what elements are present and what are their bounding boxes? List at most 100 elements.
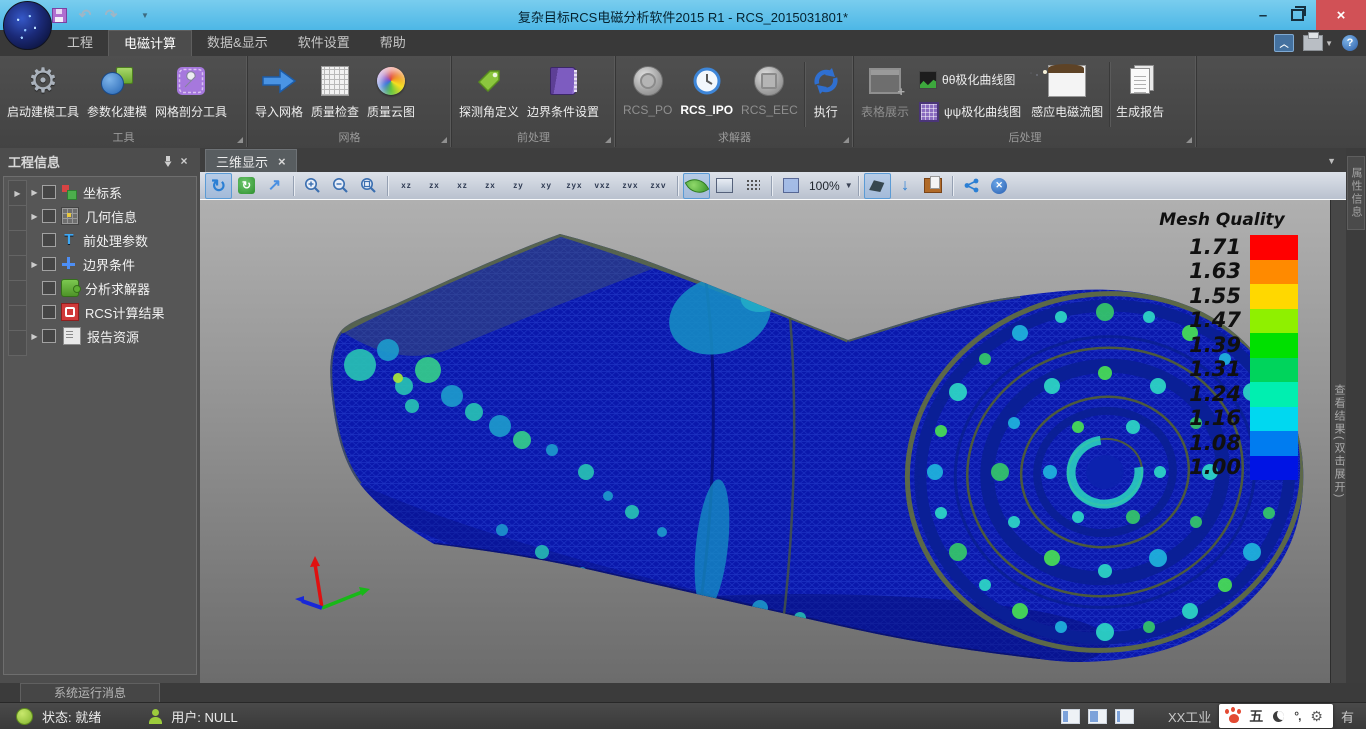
checkbox[interactable]	[42, 233, 56, 247]
pin-button[interactable]	[160, 153, 176, 169]
group-expand-icon[interactable]	[441, 137, 447, 143]
ime-logo-icon[interactable]	[1229, 714, 1239, 723]
solver-rcs-eec-button[interactable]: RCS_EEC	[737, 58, 802, 131]
restore-button[interactable]	[1280, 0, 1314, 30]
panel-close-button[interactable]: ×	[176, 153, 192, 169]
checkbox[interactable]	[42, 281, 56, 295]
view-orientation-button-8[interactable]: vxz	[589, 173, 616, 199]
tree-item-report-resources[interactable]: ▶ 报告资源	[28, 324, 194, 348]
expander-icon[interactable]: ▶	[28, 212, 41, 221]
launch-modeling-tool-button[interactable]: ⚙ 启动建模工具	[3, 58, 83, 131]
layout-wide-panel-icon[interactable]	[1088, 709, 1107, 724]
import-mesh-button[interactable]: 导入网格	[251, 58, 307, 131]
group-expand-icon[interactable]	[843, 137, 849, 143]
quality-check-button[interactable]: 质量检查	[307, 58, 363, 131]
tree-item-coordinate-system[interactable]: ▶ 坐标系	[28, 180, 194, 204]
quality-cloud-button[interactable]: 质量云图	[363, 58, 419, 131]
menu-tab-em-compute[interactable]: 电磁计算	[108, 30, 192, 56]
view-orientation-button-5[interactable]: zy	[505, 173, 532, 199]
view-orientation-button-2[interactable]: zx	[421, 173, 448, 199]
ime-punctuation-toggle[interactable]: °,	[1294, 709, 1300, 723]
export-down-button[interactable]: ↓	[892, 173, 919, 199]
induced-current-map-button[interactable]: 感应电磁流图	[1027, 58, 1107, 131]
print-button[interactable]: ▼	[1303, 35, 1333, 51]
view-orientation-button-10[interactable]: zxv	[645, 173, 672, 199]
clip-region-button[interactable]	[864, 173, 891, 199]
view-orientation-button-1[interactable]: xz	[393, 173, 420, 199]
surface-display-button[interactable]	[711, 173, 738, 199]
execute-button[interactable]: 执行	[807, 58, 845, 131]
points-display-button[interactable]	[739, 173, 766, 199]
ime-settings-icon[interactable]: ⚙	[1310, 709, 1323, 723]
rotate-view-button[interactable]: ↻	[205, 173, 232, 199]
checkbox[interactable]	[42, 209, 56, 223]
quick-access-dropdown[interactable]: ▼	[134, 5, 156, 25]
redo-button[interactable]: ↷	[100, 5, 122, 25]
group-expand-icon[interactable]	[237, 137, 243, 143]
minimize-button[interactable]: –	[1246, 0, 1280, 30]
view-orientation-button-9[interactable]: zvx	[617, 173, 644, 199]
zoom-level-value[interactable]: 100%	[805, 179, 844, 193]
tree-item-boundary-conditions[interactable]: ▶ 边界条件	[28, 252, 194, 276]
tree-item-preprocess-params[interactable]: T 前处理参数	[28, 228, 194, 252]
view-results-strip[interactable]: 查看结果(双击展开)	[1330, 200, 1347, 683]
zoom-out-button[interactable]	[327, 173, 354, 199]
parametric-modeling-button[interactable]: 参数化建模	[83, 58, 151, 131]
solver-rcs-po-button[interactable]: RCS_PO	[619, 58, 676, 131]
checkbox[interactable]	[42, 257, 56, 271]
menu-tab-data-display[interactable]: 数据&显示	[192, 30, 283, 56]
ime-mode-label[interactable]: 五	[1249, 706, 1263, 726]
app-logo[interactable]	[3, 1, 52, 50]
checkbox[interactable]	[42, 185, 56, 199]
view-orientation-button-4[interactable]: zx	[477, 173, 504, 199]
zoom-fit-button[interactable]	[355, 173, 382, 199]
checkbox[interactable]	[42, 305, 56, 319]
menu-tab-settings[interactable]: 软件设置	[283, 30, 365, 56]
undo-button[interactable]: ↶	[74, 5, 96, 25]
gutter-expander[interactable]: ▶	[8, 180, 27, 206]
mesh-partition-tool-button[interactable]: 网格剖分工具	[151, 58, 231, 131]
theta-polarization-curve-button[interactable]: θθ极化曲线图	[913, 63, 1027, 95]
system-messages-tab[interactable]: 系统运行消息	[20, 683, 160, 702]
view-orientation-button-6[interactable]: xy	[533, 173, 560, 199]
psi-polarization-curve-button[interactable]: ψψ极化曲线图	[913, 95, 1027, 127]
tree-item-geometry-info[interactable]: ▶ 几何信息	[28, 204, 194, 228]
refresh-view-button[interactable]: ↻	[233, 173, 260, 199]
boundary-condition-button[interactable]: 边界条件设置	[523, 58, 603, 131]
ime-fullhalf-icon[interactable]	[1273, 711, 1284, 722]
expander-icon[interactable]: ▶	[28, 188, 41, 197]
menu-tab-help[interactable]: 帮助	[365, 30, 421, 56]
solver-rcs-ipo-button[interactable]: RCS_IPO	[676, 58, 737, 131]
3d-viewport[interactable]: Mesh Quality 1.71 1.63 1.55 1.47 1.39 1.…	[200, 200, 1330, 683]
tree-item-analysis-solver[interactable]: 分析求解器	[28, 276, 194, 300]
tab-close-icon[interactable]: ×	[278, 155, 286, 168]
collapse-ribbon-button[interactable]: ︿	[1274, 34, 1294, 52]
tree-item-rcs-results[interactable]: RCS计算结果	[28, 300, 194, 324]
expander-icon[interactable]: ▶	[28, 332, 41, 341]
group-expand-icon[interactable]	[605, 137, 611, 143]
menu-tab-project[interactable]: 工程	[52, 30, 108, 56]
view-orientation-button-3[interactable]: xz	[449, 173, 476, 199]
checkbox[interactable]	[42, 329, 56, 343]
view-orientation-button-7[interactable]: zyx	[561, 173, 588, 199]
capture-button[interactable]	[920, 173, 947, 199]
help-button[interactable]: ?	[1342, 35, 1358, 51]
close-button[interactable]: ×	[1316, 0, 1366, 30]
table-display-button[interactable]: 表格展示	[857, 58, 913, 131]
tab-list-dropdown[interactable]: ▼	[1327, 156, 1336, 166]
smooth-shading-button[interactable]	[683, 173, 710, 199]
ime-toolbar[interactable]: 五 °, ⚙	[1219, 704, 1333, 728]
zoom-level-dropdown[interactable]: ▼	[845, 181, 853, 190]
zoom-in-button[interactable]	[299, 173, 326, 199]
expander-icon[interactable]: ▶	[28, 260, 41, 269]
close-result-button[interactable]: ✕	[986, 173, 1013, 199]
share-link-button[interactable]	[958, 173, 985, 199]
probe-angle-button[interactable]: 探测角定义	[455, 58, 523, 131]
transparency-button[interactable]	[777, 173, 804, 199]
layout-thin-panel-icon[interactable]	[1115, 709, 1134, 724]
layout-left-panel-icon[interactable]	[1061, 709, 1080, 724]
pan-view-button[interactable]: ↗	[261, 173, 288, 199]
generate-report-button[interactable]: 生成报告	[1112, 58, 1168, 131]
property-info-tab[interactable]: 属性信息	[1347, 156, 1365, 230]
group-expand-icon[interactable]	[1186, 137, 1192, 143]
